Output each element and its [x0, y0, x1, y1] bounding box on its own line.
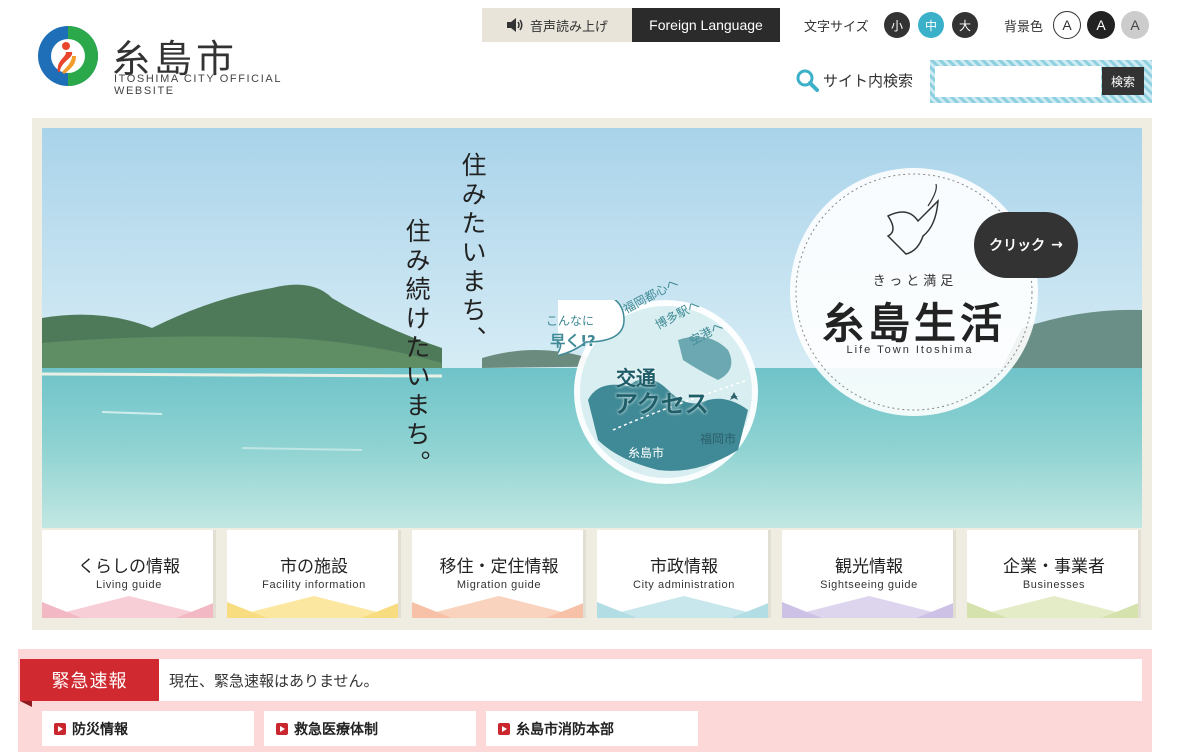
category-tile-living[interactable]: くらしの情報 Living guide — [42, 530, 216, 618]
category-label-ja: くらしの情報 — [78, 557, 180, 577]
category-tile-administration[interactable]: 市政情報 City administration — [597, 530, 771, 618]
voice-readout-button[interactable]: 音声読み上げ — [482, 8, 632, 42]
arrow-right-icon — [276, 722, 288, 735]
access-bubble-line1: こんなに — [545, 314, 594, 328]
disaster-info-link[interactable]: 防災情報 — [42, 711, 254, 746]
access-bubble-line2: 早く!? — [550, 332, 596, 350]
speaker-icon — [506, 18, 523, 32]
tile-decoration — [227, 596, 401, 618]
link-label: 救急医療体制 — [294, 721, 378, 738]
background-color-label: 背景色 — [1004, 20, 1044, 35]
arrow-right-icon: → — [1051, 237, 1063, 253]
life-tag: きっと満足 — [872, 274, 958, 289]
arrow-right-icon — [54, 722, 66, 735]
fire-department-link[interactable]: 糸島市消防本部 — [486, 711, 698, 746]
emergency-message: 現在、緊急速報はありません。 — [159, 659, 1142, 701]
emergency-label: 緊急速報 — [20, 659, 159, 701]
link-label: 防災情報 — [72, 721, 128, 738]
category-label-ja: 市の施設 — [280, 557, 348, 577]
font-size-large-button[interactable]: 大 — [952, 12, 978, 38]
category-label-ja: 企業・事業者 — [1003, 557, 1105, 577]
category-label-ja: 移住・定住情報 — [439, 557, 559, 577]
search-icon — [796, 69, 819, 92]
hero-tagline-2: 住み続けたいまち。 — [402, 218, 431, 479]
emergency-medical-link[interactable]: 救急医療体制 — [264, 711, 476, 746]
category-tile-migration[interactable]: 移住・定住情報 Migration guide — [412, 530, 586, 618]
font-size-label: 文字サイズ — [804, 20, 869, 35]
arrow-right-icon — [498, 722, 510, 735]
emergency-label-fold — [20, 701, 32, 707]
tile-decoration — [412, 596, 586, 618]
site-logo[interactable]: 糸島市 ITOSHIMA CITY OFFICIAL WEBSITE — [36, 24, 341, 97]
click-label: クリック — [989, 238, 1046, 254]
font-size-medium-button[interactable]: 中 — [918, 12, 944, 38]
access-title-2: アクセス — [614, 390, 709, 418]
map-label-itoshima: 糸島市 — [628, 446, 665, 460]
category-tile-facility[interactable]: 市の施設 Facility information — [227, 530, 401, 618]
hero-tagline-1: 住みたいまち、 — [458, 152, 487, 355]
tile-decoration — [967, 596, 1141, 618]
foreign-language-button[interactable]: Foreign Language — [632, 8, 780, 42]
category-tile-sightseeing[interactable]: 観光情報 Sightseeing guide — [782, 530, 956, 618]
category-label-ja: 観光情報 — [835, 557, 903, 577]
life-title: 糸島生活 — [821, 299, 1006, 348]
font-size-small-button[interactable]: 小 — [884, 12, 910, 38]
search-button[interactable]: 検索 — [1102, 67, 1144, 95]
life-subtitle-en: Life Town Itoshima — [846, 344, 974, 356]
category-tile-businesses[interactable]: 企業・事業者 Businesses — [967, 530, 1141, 618]
logo-subtitle: ITOSHIMA CITY OFFICIAL WEBSITE — [114, 73, 282, 97]
tile-decoration — [782, 596, 956, 618]
click-button[interactable]: クリック → — [974, 212, 1078, 278]
search-input[interactable] — [935, 66, 1101, 97]
tile-decoration — [42, 596, 216, 618]
bg-black-button[interactable]: A — [1087, 11, 1115, 39]
search-box: 検索 — [930, 60, 1152, 103]
map-label-fukuoka: 福岡市 — [700, 432, 737, 446]
category-label-ja: 市政情報 — [650, 557, 718, 577]
bg-white-button[interactable]: A — [1053, 11, 1081, 39]
site-search-text: サイト内検索 — [823, 71, 914, 90]
city-emblem-icon — [38, 26, 98, 86]
bg-gray-button[interactable]: A — [1121, 11, 1149, 39]
tile-decoration — [597, 596, 771, 618]
link-label: 糸島市消防本部 — [516, 721, 614, 738]
voice-readout-label: 音声読み上げ — [529, 19, 608, 35]
site-search-label: サイト内検索 — [795, 68, 913, 92]
